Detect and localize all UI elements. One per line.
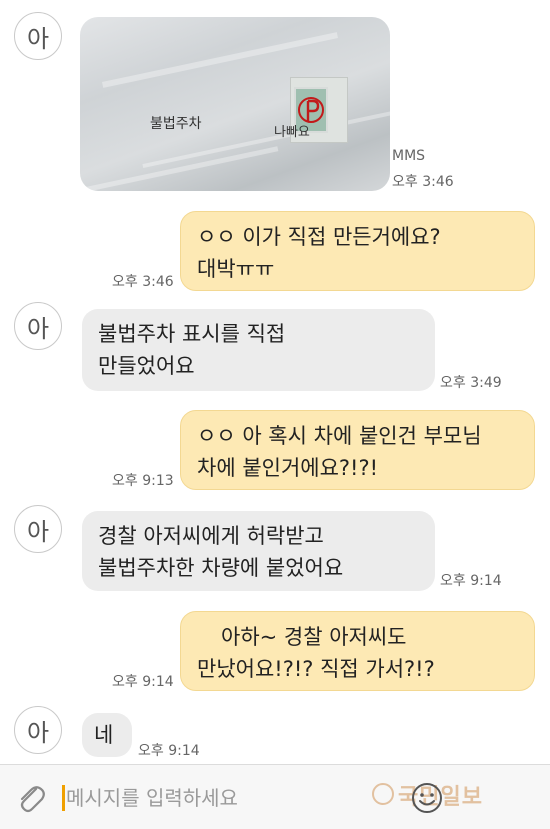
text-cursor (62, 785, 65, 811)
message-time: 오후 9:13 (112, 473, 174, 489)
incoming-message-bubble[interactable]: 네 (82, 713, 132, 757)
attachment-icon[interactable] (14, 781, 48, 815)
avatar[interactable]: 아 (14, 12, 62, 60)
message-line: 아하~ 경찰 아저씨도 (221, 625, 407, 649)
message-line: 차에 붙인거에요?!?! (197, 456, 379, 480)
mms-photo[interactable]: 불법주차 나빠요 (80, 17, 390, 191)
watermark-logo-icon (372, 783, 394, 805)
avatar[interactable]: 아 (14, 706, 62, 754)
emoji-icon[interactable] (410, 781, 444, 815)
outgoing-message-bubble[interactable]: 아하~ 경찰 아저씨도 만났어요!?!? 직접 가서?!? (180, 611, 535, 691)
outgoing-message-bubble[interactable]: ㅇㅇ 이가 직접 만든거에요? 대박ㅠㅠ (180, 211, 535, 291)
message-time: 오후 3:49 (440, 375, 502, 391)
photo-sign-left-text: 불법주차 (150, 116, 202, 132)
message-line: 불법주차 표시를 직접 (98, 322, 286, 346)
message-line: 불법주차한 차량에 붙었어요 (98, 556, 344, 580)
message-time: 오후 3:46 (112, 274, 174, 290)
photo-sign-right-text: 나빠요 (274, 125, 310, 140)
message-time: 오후 9:14 (138, 743, 200, 759)
message-line: 만들었어요 (98, 354, 195, 378)
incoming-message-bubble[interactable]: 경찰 아저씨에게 허락받고 불법주차한 차량에 붙었어요 (82, 511, 435, 591)
avatar[interactable]: 아 (14, 302, 62, 350)
message-input-bar: 메시지를 입력하세요 국민일보 (0, 764, 550, 829)
message-time: 오후 9:14 (440, 573, 502, 589)
outgoing-message-bubble[interactable]: ㅇㅇ 아 혹시 차에 붙인건 부모님 차에 붙인거에요?!?! (180, 410, 535, 490)
message-time: 오후 3:46 (392, 174, 454, 190)
message-line: 만났어요!?!? 직접 가서?!? (197, 657, 435, 681)
message-line: ㅇㅇ 아 혹시 차에 붙인건 부모님 (197, 424, 482, 448)
message-line: 대박ㅠㅠ (197, 257, 275, 281)
avatar[interactable]: 아 (14, 505, 62, 553)
incoming-message-bubble[interactable]: 불법주차 표시를 직접 만들었어요 (82, 309, 435, 391)
message-line: 경찰 아저씨에게 허락받고 (98, 524, 324, 548)
message-line: 네 (94, 723, 114, 747)
mms-label: MMS (392, 148, 426, 164)
message-time: 오후 9:14 (112, 674, 174, 690)
message-input[interactable]: 메시지를 입력하세요 (66, 785, 238, 811)
message-line: ㅇㅇ 이가 직접 만든거에요? (197, 225, 441, 249)
